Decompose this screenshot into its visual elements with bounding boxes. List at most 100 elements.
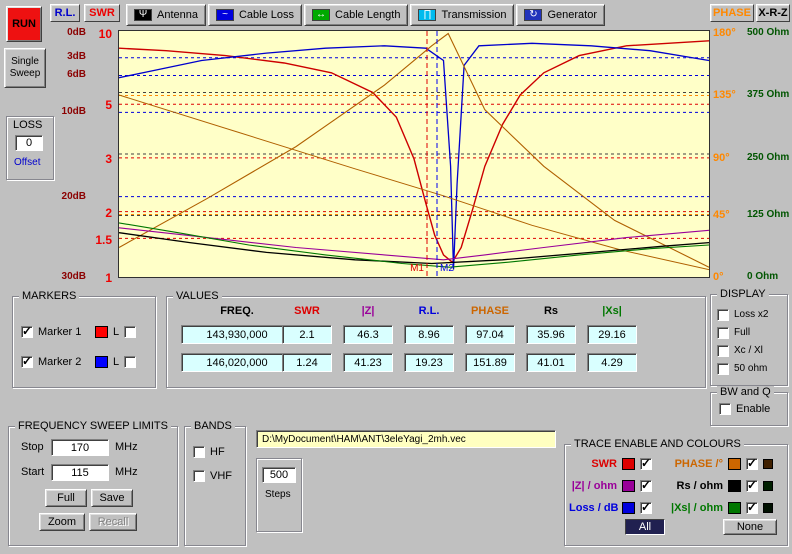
single-sweep-button[interactable]: Single Sweep [4, 48, 46, 88]
rs-ohm-trace-checkbox[interactable] [746, 480, 758, 492]
value-cell-m2-rs: 41.01 [526, 353, 576, 372]
start-frequency-field[interactable]: 115 [51, 464, 109, 481]
db-tick-label: 3dB [67, 51, 86, 62]
phase-axis-label: PHASE [710, 4, 754, 22]
swr-scale: 105321.51 [86, 30, 112, 278]
sweep-limits-title: FREQUENCY SWEEP LIMITS [15, 420, 171, 432]
db-tick-label: 6dB [67, 69, 86, 80]
deg-tick-label: 135° [713, 89, 736, 101]
ohm-tick-label: 0 Ohm [747, 271, 778, 282]
marker-row: Marker 2L [21, 355, 136, 369]
full-button[interactable]: Full [45, 489, 87, 507]
trace-label-z-ohm: |Z| / ohm [569, 480, 617, 492]
marker-2-l-checkbox[interactable] [124, 356, 136, 368]
marker-2-color-swatch [95, 356, 108, 368]
phase-scale: 180°135°90°45°0° [713, 30, 747, 278]
trace-label-xs-ohm: |Xs| / ohm [661, 502, 723, 514]
xrz-axis-label: X-R-Z [756, 4, 790, 22]
band-hf-checkbox[interactable] [193, 446, 205, 458]
band-vhf-checkbox[interactable] [193, 470, 205, 482]
toolbar-button-cable-length[interactable]: ↔ Cable Length [304, 4, 408, 26]
bw-q-enable-checkbox[interactable] [719, 403, 731, 415]
trace-all-button[interactable]: All [625, 519, 665, 535]
band-row: VHF [193, 469, 232, 482]
axis-color-xs-ohm [763, 503, 773, 513]
trace-color-swr [622, 458, 635, 470]
toolbar-button-label: Cable Length [335, 9, 400, 21]
values-panel: VALUES FREQ.SWR|Z|R.L.PHASERs|Xs|143,930… [166, 296, 706, 388]
marker-1-l-checkbox[interactable] [124, 326, 136, 338]
value-cell-m2-z: 41.23 [343, 353, 393, 372]
values-header-xs: |Xs| [587, 305, 637, 319]
display-loss-x2-label: Loss x2 [734, 309, 768, 320]
ohm-tick-label: 125 Ohm [747, 209, 789, 220]
start-unit-label: MHz [115, 466, 138, 478]
db-tick-label: 0dB [67, 27, 86, 38]
db-tick-label: 20dB [62, 191, 86, 202]
marker-2-l-label: L [113, 356, 119, 368]
bands-panel: BANDS HFVHF [184, 426, 246, 546]
values-header-z: |Z| [343, 305, 393, 319]
values-header-rs: Rs [526, 305, 576, 319]
generator-icon: ↻ [524, 9, 542, 21]
swr-tick-label: 10 [99, 27, 112, 41]
swr-tick-label: 1.5 [95, 233, 112, 247]
trace-row: Loss / dB [569, 501, 652, 515]
display-option-row: Loss x2 [717, 308, 768, 321]
ohm-tick-label: 500 Ohm [747, 27, 789, 38]
toolbar: ΨAntenna~Cable Loss ↔ Cable Length ∏Transmi… [126, 4, 605, 26]
swr-tick-label: 1 [105, 271, 112, 285]
sweep-chart[interactable]: M1M2 [118, 30, 710, 278]
display-loss-x2-checkbox[interactable] [717, 309, 729, 321]
trace-color-phase [728, 458, 741, 470]
loss-offset-field[interactable]: 0 [15, 135, 43, 151]
phase-trace-checkbox[interactable] [746, 458, 758, 470]
value-cell-m2-r-l: 19.23 [404, 353, 454, 372]
toolbar-button-generator[interactable]: ↻ Generator [516, 4, 605, 26]
swr-trace-checkbox[interactable] [640, 458, 652, 470]
loss-db-trace-checkbox[interactable] [640, 502, 652, 514]
xs-ohm-trace-checkbox[interactable] [746, 502, 758, 514]
display-50-ohm-checkbox[interactable] [717, 363, 729, 375]
swr-tick-label: 3 [105, 152, 112, 166]
trace-row: SWR [569, 457, 652, 471]
display-panel: DISPLAY Loss x2FullXc / Xl50 ohm [710, 294, 788, 386]
steps-label: Steps [265, 489, 291, 500]
stop-frequency-field[interactable]: 170 [51, 439, 109, 456]
vec-file-path-field[interactable]: D:\MyDocument\HAM\ANT\3eleYagi_2mh.vec [256, 430, 556, 448]
trace-row: PHASE /° [661, 457, 773, 471]
db-tick-label: 10dB [62, 106, 86, 117]
trace-label-swr: SWR [569, 458, 617, 470]
impedance-scale: 500 Ohm375 Ohm250 Ohm125 Ohm0 Ohm [747, 30, 792, 278]
trace-color-rs-ohm [728, 480, 741, 492]
value-cell-m2-xs: 4.29 [587, 353, 637, 372]
swr-tick-label: 5 [105, 98, 112, 112]
stop-unit-label: MHz [115, 441, 138, 453]
marker-1-label: Marker 1 [38, 326, 90, 338]
display-option-row: Xc / Xl [717, 344, 763, 357]
sweep-limits-panel: FREQUENCY SWEEP LIMITS Stop 170 MHz Star… [8, 426, 178, 546]
start-label: Start [21, 466, 44, 478]
toolbar-button-cable-loss[interactable]: ~Cable Loss [208, 4, 302, 26]
steps-field[interactable]: 500 [262, 467, 296, 483]
marker-2-checkbox[interactable] [21, 356, 33, 368]
save-button[interactable]: Save [91, 489, 133, 507]
trace-none-button[interactable]: None [723, 519, 777, 535]
toolbar-button-label: Transmission [441, 9, 506, 21]
toolbar-button-label: Generator [547, 9, 597, 21]
zoom-button[interactable]: Zoom [39, 513, 85, 531]
display-xc-xl-checkbox[interactable] [717, 345, 729, 357]
marker-label-m1: M1 [410, 263, 424, 274]
marker-1-checkbox[interactable] [21, 326, 33, 338]
cable-length-icon: ↔ [312, 9, 330, 21]
z-ohm-trace-checkbox[interactable] [640, 480, 652, 492]
toolbar-button-transmission[interactable]: ∏Transmission [410, 4, 514, 26]
toolbar-button-label: Cable Loss [239, 9, 294, 21]
display-option-row: 50 ohm [717, 362, 767, 375]
deg-tick-label: 0° [713, 271, 724, 283]
db-tick-label: 30dB [62, 271, 86, 282]
display-full-checkbox[interactable] [717, 327, 729, 339]
run-button[interactable]: RUN [6, 6, 42, 42]
deg-tick-label: 90° [713, 152, 730, 164]
toolbar-button-antenna[interactable]: ΨAntenna [126, 4, 206, 26]
